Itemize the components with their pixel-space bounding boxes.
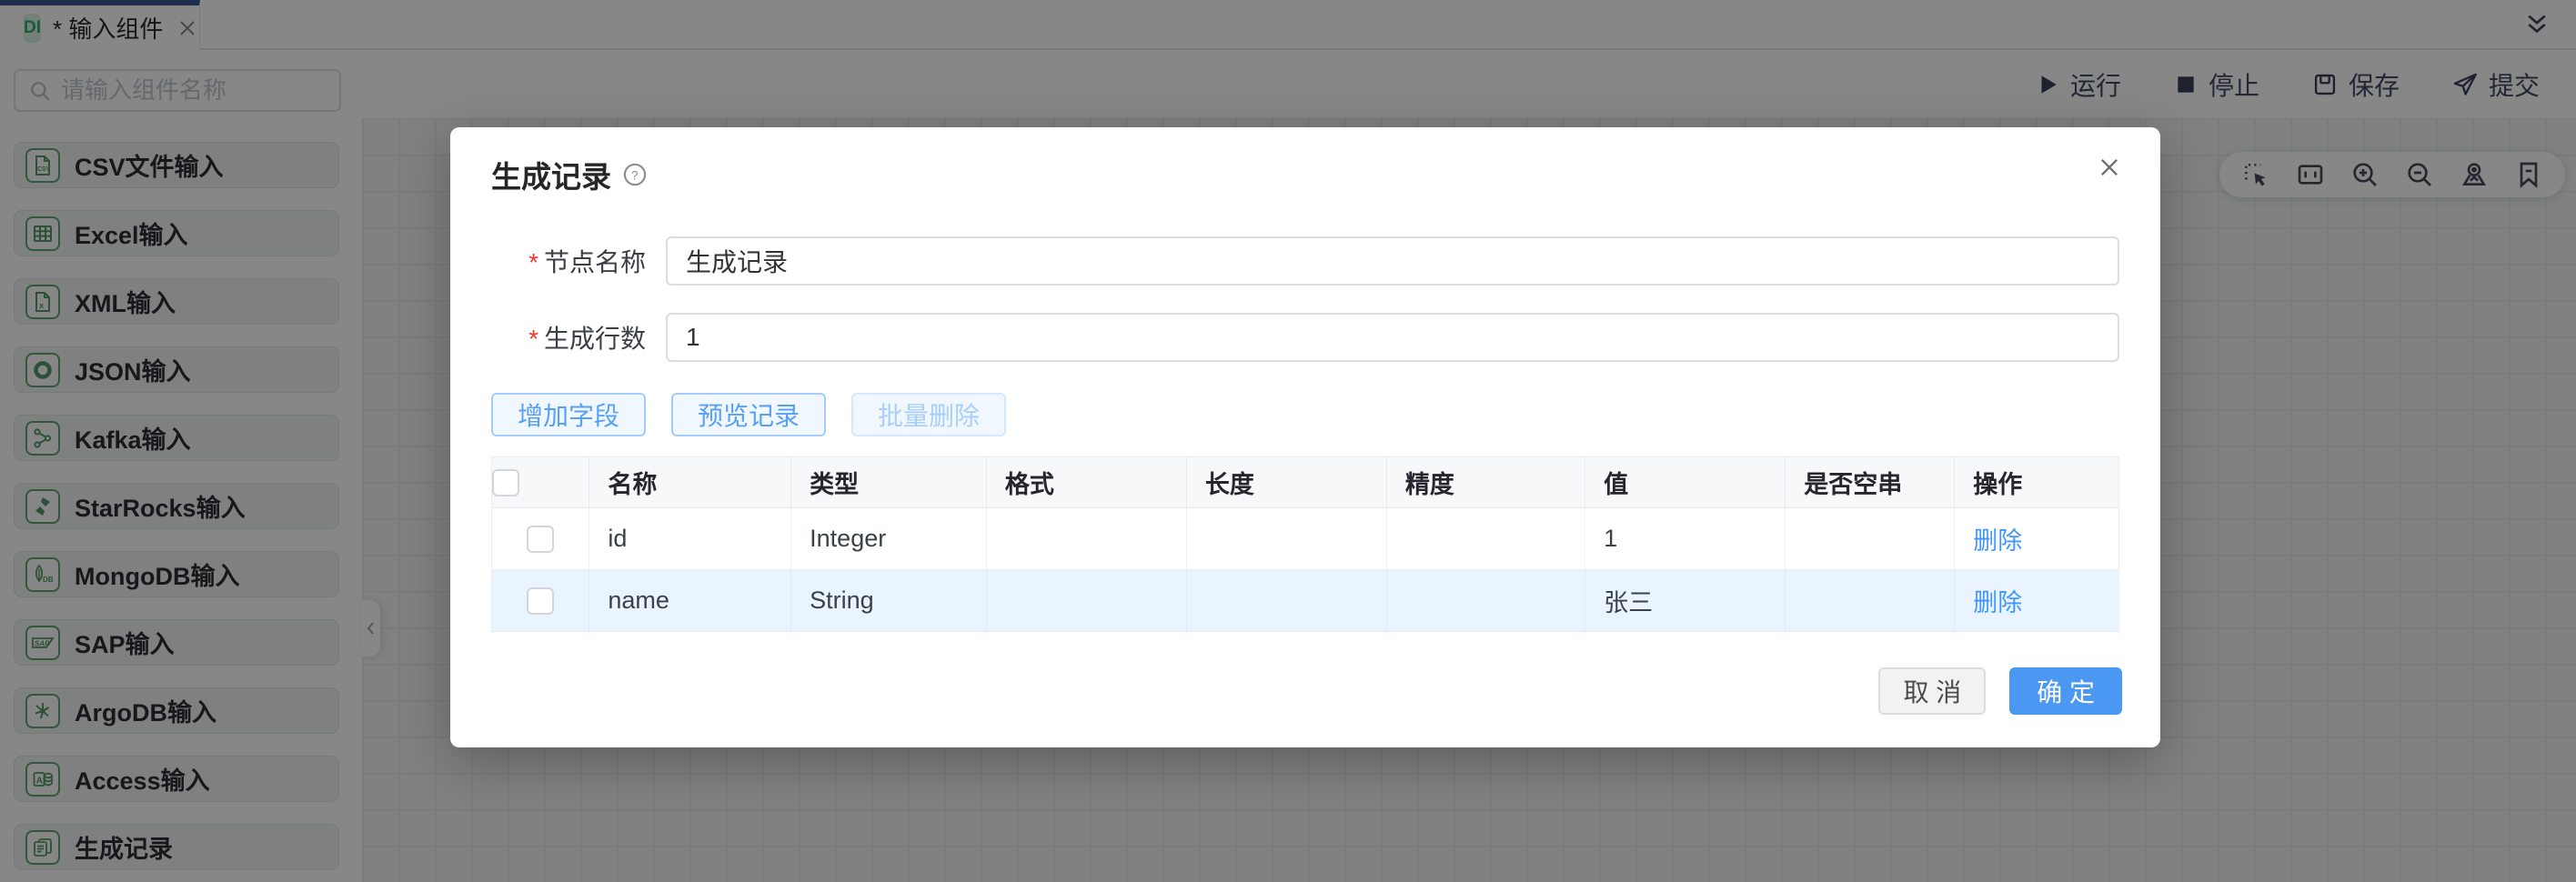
table-row: name String 张三 删除 [492,570,2119,632]
preview-records-button[interactable]: 预览记录 [671,393,826,436]
ok-button[interactable]: 确 定 [2009,667,2122,715]
modal-header: 生成记录 ? [491,127,2119,196]
modal-title: 生成记录 [491,153,611,196]
required-asterisk: * [528,325,538,353]
required-asterisk: * [528,248,538,276]
col-operation: 操作 [1955,457,2119,508]
table-row: id Integer 1 删除 [492,508,2119,570]
select-all-checkbox[interactable] [492,469,519,496]
col-format: 格式 [986,457,1186,508]
help-icon[interactable]: ? [622,162,648,187]
modal-footer: 取 消 确 定 [1878,667,2122,715]
row-checkbox[interactable] [527,526,554,553]
cancel-button[interactable]: 取 消 [1878,667,1986,715]
svg-text:?: ? [631,167,639,182]
col-type: 类型 [791,457,987,508]
add-field-button[interactable]: 增加字段 [491,393,646,436]
col-name: 名称 [589,457,791,508]
node-name-input[interactable] [666,236,2119,286]
fields-table: 名称 类型 格式 长度 精度 值 是否空串 操作 id Integer 1 删除 [491,456,2119,632]
modal-form: *节点名称 *生成行数 [491,236,2119,362]
row-count-label: 生成行数 [544,325,646,353]
table-actions: 增加字段 预览记录 批量删除 [491,393,2119,436]
batch-delete-button[interactable]: 批量删除 [851,393,1006,436]
generate-record-modal: 生成记录 ? *节点名称 *生成行数 增加字段 预览记录 批量删除 名称 类型 [450,127,2160,747]
modal-close-icon[interactable] [2097,155,2122,185]
row-count-input[interactable] [666,313,2119,362]
row-count-row: *生成行数 [491,313,2119,362]
col-value: 值 [1585,457,1786,508]
delete-row-link[interactable]: 删除 [1973,589,2022,616]
col-is-empty: 是否空串 [1786,457,1955,508]
node-name-row: *节点名称 [491,236,2119,286]
row-checkbox[interactable] [527,587,554,615]
node-name-label: 节点名称 [544,248,646,276]
table-header-row: 名称 类型 格式 长度 精度 值 是否空串 操作 [492,457,2119,508]
col-length: 长度 [1186,457,1386,508]
delete-row-link[interactable]: 删除 [1973,527,2022,555]
col-precision: 精度 [1386,457,1585,508]
